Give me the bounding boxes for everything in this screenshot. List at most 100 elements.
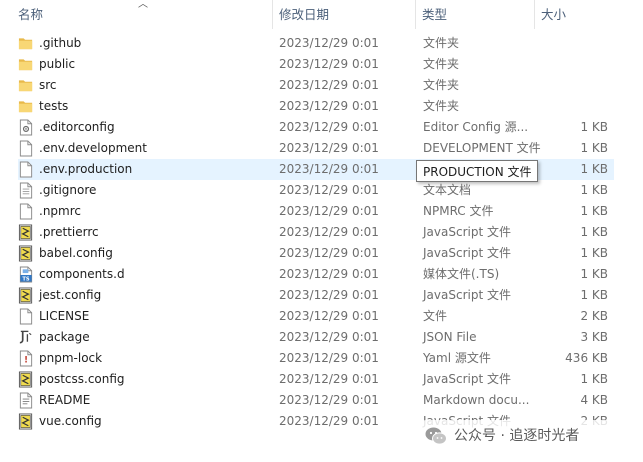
file-type: 文件 [423, 309, 448, 323]
column-divider[interactable] [415, 0, 416, 29]
file-size: 4 KB [580, 393, 608, 407]
column-divider[interactable] [272, 0, 273, 29]
sort-ascending-icon: ︿ [138, 0, 148, 10]
file-name: package [39, 330, 90, 344]
file-name: .gitignore [39, 183, 97, 197]
file-type: Markdown docu... [423, 393, 530, 407]
file-row[interactable]: postcss.config 2023/12/29 0:01 JavaScript … [0, 369, 643, 390]
file-row[interactable]: babel.config 2023/12/29 0:01 JavaScript 文件… [0, 243, 643, 264]
file-row[interactable]: TS components.d 2023/12/29 0:01 媒体文件(.TS) 1 … [0, 264, 643, 285]
js-file-icon [18, 245, 33, 262]
file-row[interactable]: .prettierrc 2023/12/29 0:01 JavaScript 文件 1… [0, 222, 643, 243]
file-name: vue.config [39, 414, 102, 428]
file-name: .npmrc [39, 204, 81, 218]
file-size: 1 KB [580, 225, 608, 239]
file-name: src [39, 78, 57, 92]
column-header-date[interactable]: 修改日期 [279, 0, 329, 29]
file-date: 2023/12/29 0:01 [279, 309, 379, 323]
json-file-icon [19, 330, 32, 344]
file-size: 1 KB [580, 141, 608, 155]
file-size: 1 KB [580, 288, 608, 302]
config-file-icon [19, 119, 33, 136]
file-type: Editor Config 源... [423, 120, 529, 134]
file-type: JavaScript 文件 [423, 372, 511, 386]
file-name: pnpm-lock [39, 351, 103, 365]
js-file-icon [18, 287, 33, 304]
type-tooltip: PRODUCTION 文件 [416, 160, 538, 182]
folder-icon [18, 38, 33, 50]
blank-file-icon [19, 203, 33, 220]
file-type: JavaScript 文件 [423, 246, 511, 260]
file-name: tests [39, 99, 69, 113]
text-file-icon [19, 182, 33, 199]
file-type: 文件夹 [423, 78, 460, 92]
file-type: Yaml 源文件 [423, 351, 491, 365]
file-size: 3 KB [580, 330, 608, 344]
js-file-icon [18, 371, 33, 388]
file-row[interactable]: .gitignore 2023/12/29 0:01 文本文档 1 KB [0, 180, 643, 201]
file-date: 2023/12/29 0:01 [279, 351, 379, 365]
file-date: 2023/12/29 0:01 [279, 246, 379, 260]
file-size: 1 KB [580, 372, 608, 386]
file-row[interactable]: package 2023/12/29 0:01 JSON File 3 KB [0, 327, 643, 348]
file-name: public [39, 57, 76, 71]
column-header-type[interactable]: 类型 [422, 0, 447, 29]
file-row[interactable]: .editorconfig 2023/12/29 0:01 Editor Confi… [0, 117, 643, 138]
column-header-name[interactable]: 名称 [18, 0, 43, 29]
file-name: jest.config [39, 288, 102, 302]
file-row[interactable]: LICENSE 2023/12/29 0:01 文件 2 KB [0, 306, 643, 327]
file-row[interactable]: tests 2023/12/29 0:01 文件夹 [0, 96, 643, 117]
file-name: .editorconfig [39, 120, 115, 134]
js-file-icon [18, 413, 33, 430]
file-size [540, 75, 608, 96]
file-type: 文件夹 [423, 36, 460, 50]
file-size: 1 KB [580, 120, 608, 134]
file-type: 文件夹 [423, 99, 460, 113]
js-file-icon [18, 224, 33, 241]
file-row[interactable]: ! pnpm-lock 2023/12/29 0:01 Yaml 源文件 436 KB [0, 348, 643, 369]
file-row[interactable]: .github 2023/12/29 0:01 文件夹 [0, 33, 643, 54]
file-date: 2023/12/29 0:01 [279, 36, 379, 50]
blank-file-icon [19, 140, 33, 157]
folder-icon [18, 101, 33, 113]
blank-file-icon [19, 161, 33, 178]
file-row[interactable]: README 2023/12/29 0:01 Markdown docu... 4 K… [0, 390, 643, 411]
file-date: 2023/12/29 0:01 [279, 57, 379, 71]
file-date: 2023/12/29 0:01 [279, 393, 379, 407]
file-type: DEVELOPMENT 文件 [423, 141, 541, 155]
folder-icon [18, 80, 33, 92]
svg-text:TS: TS [22, 277, 30, 283]
file-row[interactable]: .env.development 2023/12/29 0:01 DEVELOPME… [0, 138, 643, 159]
file-type: 媒体文件(.TS) [423, 267, 500, 281]
file-name: LICENSE [39, 309, 90, 323]
file-row[interactable]: .env.production 2023/12/29 0:01 PRODUCTION… [0, 159, 643, 180]
file-type: JSON File [423, 330, 477, 344]
file-date: 2023/12/29 0:01 [279, 78, 379, 92]
file-size: 436 KB [565, 351, 608, 365]
file-type: 文本文档 [423, 183, 472, 197]
markdown-file-icon [19, 392, 33, 409]
file-date: 2023/12/29 0:01 [279, 267, 379, 281]
file-type: 文件夹 [423, 57, 460, 71]
file-size [540, 33, 608, 54]
file-name: postcss.config [39, 372, 125, 386]
file-date: 2023/12/29 0:01 [279, 225, 379, 239]
file-row[interactable]: jest.config 2023/12/29 0:01 JavaScript 文件 1… [0, 285, 643, 306]
file-size: 1 KB [580, 267, 608, 281]
column-divider[interactable] [534, 0, 535, 29]
file-date: 2023/12/29 0:01 [279, 99, 379, 113]
file-date: 2023/12/29 0:01 [279, 204, 379, 218]
file-row[interactable]: .npmrc 2023/12/29 0:01 NPMRC 文件 1 KB [0, 201, 643, 222]
file-name: .github [39, 36, 82, 50]
file-date: 2023/12/29 0:01 [279, 288, 379, 302]
file-date: 2023/12/29 0:01 [279, 414, 379, 428]
file-date: 2023/12/29 0:01 [279, 162, 379, 176]
file-type: JavaScript 文件 [423, 225, 511, 239]
file-row[interactable]: src 2023/12/29 0:01 文件夹 [0, 75, 643, 96]
file-name: README [39, 393, 91, 407]
file-date: 2023/12/29 0:01 [279, 141, 379, 155]
file-size: 1 KB [580, 162, 608, 176]
column-header-size[interactable]: 大小 [541, 0, 566, 29]
blank-file-icon [19, 308, 33, 325]
file-row[interactable]: public 2023/12/29 0:01 文件夹 [0, 54, 643, 75]
